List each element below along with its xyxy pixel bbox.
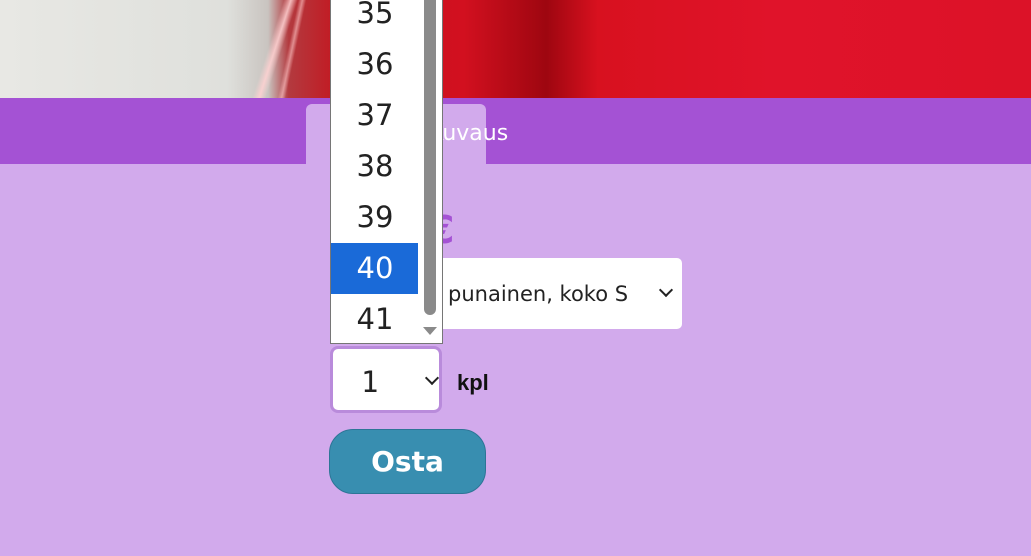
variant-select-value: punainen, koko S bbox=[448, 282, 629, 306]
dropdown-option-highlighted[interactable]: 40 bbox=[331, 243, 419, 294]
dropdown-option[interactable]: 39 bbox=[331, 192, 419, 243]
buy-button[interactable]: Osta bbox=[329, 429, 486, 494]
quantity-select-value: 1 bbox=[361, 365, 379, 399]
product-hero-image bbox=[0, 0, 1031, 98]
dropdown-option[interactable]: 35 bbox=[331, 0, 419, 39]
dropdown-option[interactable]: 38 bbox=[331, 141, 419, 192]
dropdown-scrollbar[interactable] bbox=[418, 0, 442, 343]
variant-select[interactable]: punainen, koko S bbox=[432, 258, 682, 329]
scrollbar-thumb[interactable] bbox=[424, 0, 436, 315]
tab-bar bbox=[0, 98, 1031, 164]
dropdown-option[interactable]: 41 bbox=[331, 294, 419, 343]
chevron-down-icon bbox=[658, 282, 674, 298]
quantity-unit-label: kpl bbox=[457, 370, 489, 395]
dropdown-option[interactable]: 36 bbox=[331, 39, 419, 90]
chevron-down-icon bbox=[424, 370, 440, 386]
dropdown-option[interactable]: 37 bbox=[331, 90, 419, 141]
quantity-select[interactable]: 1 bbox=[330, 346, 442, 413]
dropdown-list[interactable]: 35 36 37 38 39 40 41 bbox=[330, 0, 443, 344]
scroll-down-arrow-icon[interactable] bbox=[423, 327, 437, 335]
